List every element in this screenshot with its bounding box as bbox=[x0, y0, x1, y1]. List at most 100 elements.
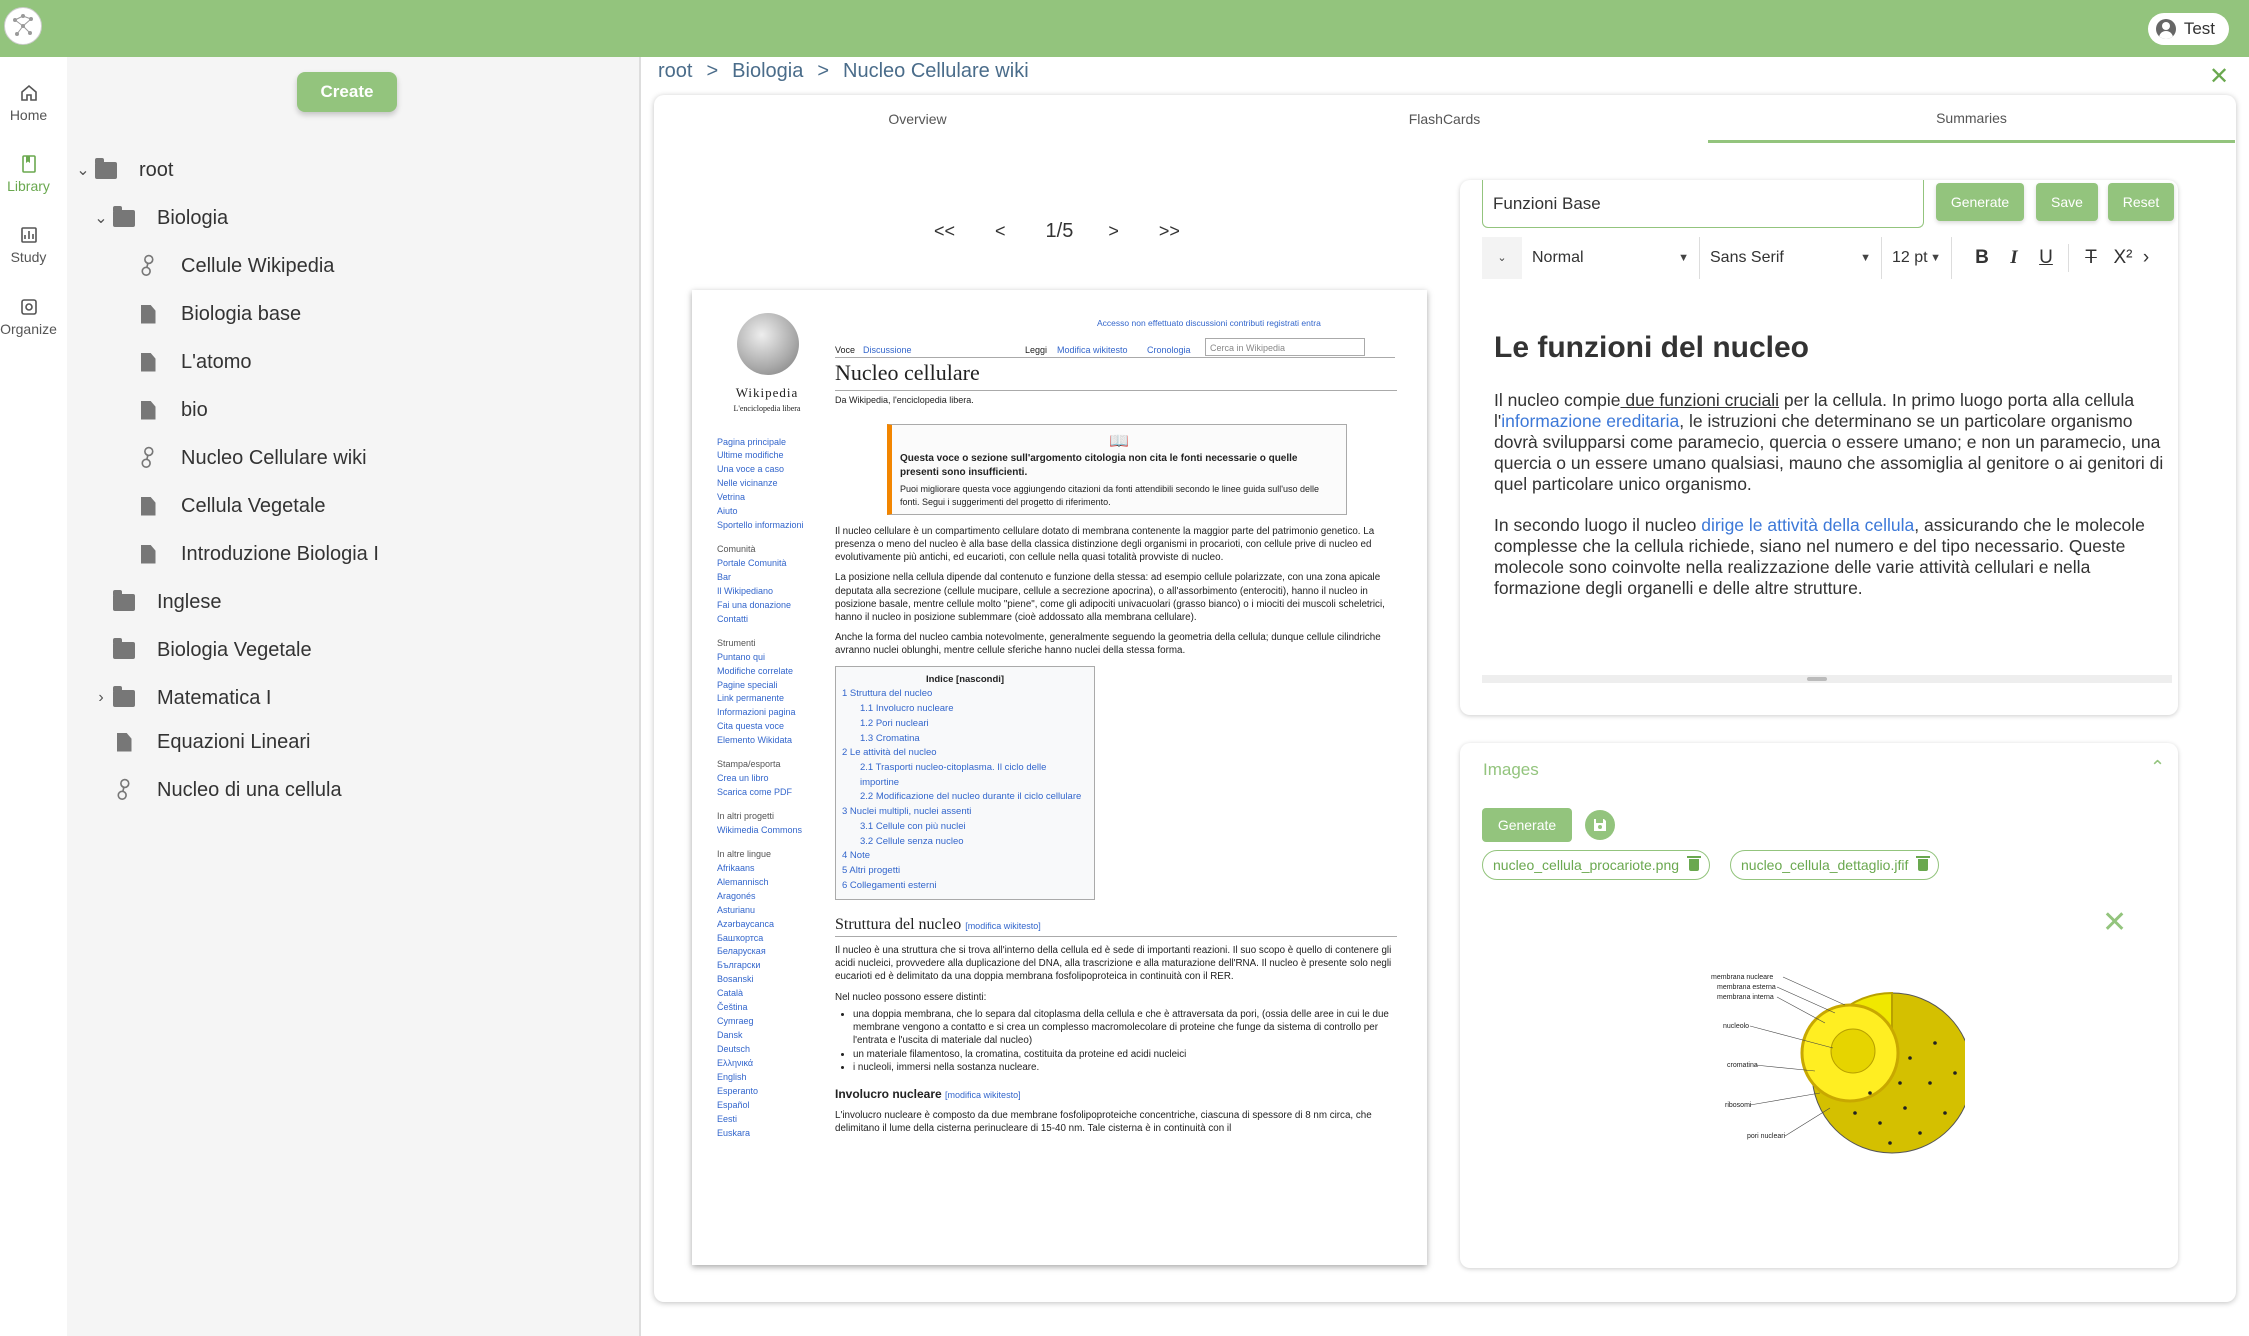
wiki-link[interactable]: Puntano qui bbox=[717, 651, 817, 665]
wiki-link[interactable]: Bar bbox=[717, 571, 817, 585]
app-logo[interactable] bbox=[4, 7, 42, 45]
underline-icon[interactable]: U bbox=[2030, 247, 2062, 269]
wiki-toc-item[interactable]: 1.1 Involucro nucleare bbox=[842, 702, 1088, 717]
font-family-select[interactable]: Sans Serif ▼ bbox=[1700, 236, 1882, 279]
wiki-toc-item[interactable]: 2 Le attività del nucleo bbox=[842, 746, 1088, 761]
wiki-lang-link[interactable]: Afrikaans bbox=[717, 862, 817, 876]
summary-link[interactable]: dirige le attività della cellula bbox=[1701, 515, 1914, 535]
delete-icon[interactable] bbox=[1687, 856, 1702, 871]
wiki-tab-modifica[interactable]: Modifica wikitesto bbox=[1057, 344, 1128, 356]
wiki-toc-item[interactable]: 3.2 Cellule senza nucleo bbox=[842, 835, 1088, 850]
wiki-lang-link[interactable]: Asturianu bbox=[717, 904, 817, 918]
wiki-edit-link[interactable]: [modifica wikitesto] bbox=[945, 1090, 1021, 1100]
tree-item-biologia-base[interactable]: Biologia base bbox=[135, 297, 301, 331]
wiki-toc-title[interactable]: Indice [nascondi] bbox=[842, 673, 1088, 688]
wiki-lang-link[interactable]: Català bbox=[717, 987, 817, 1001]
wiki-lang-link[interactable]: Čeština bbox=[717, 1001, 817, 1015]
wiki-lang-link[interactable]: Esperanto bbox=[717, 1085, 817, 1099]
wiki-lang-link[interactable]: Башҡортса bbox=[717, 932, 817, 946]
save-summary-button[interactable]: Save bbox=[2036, 183, 2098, 221]
tree-item-cellule-wikipedia[interactable]: ☍ Cellule Wikipedia bbox=[131, 249, 334, 283]
wiki-lang-link[interactable]: Español bbox=[717, 1099, 817, 1113]
wiki-link[interactable]: Contatti bbox=[717, 613, 817, 627]
wiki-link[interactable]: Vetrina bbox=[717, 491, 817, 505]
nav-home[interactable]: Home bbox=[0, 83, 57, 123]
wiki-lang-link[interactable]: English bbox=[717, 1071, 817, 1085]
paragraph-style-select[interactable]: Normal ▼ bbox=[1522, 236, 1700, 279]
chevron-right-icon[interactable]: › bbox=[91, 689, 111, 707]
save-images-button[interactable] bbox=[1585, 810, 1615, 840]
bold-icon[interactable]: B bbox=[1966, 247, 1998, 269]
wiki-toc-item[interactable]: 6 Collegamenti esterni bbox=[842, 879, 1088, 894]
wiki-search-input[interactable]: Cerca in Wikipedia bbox=[1205, 338, 1365, 356]
cell-nucleus-image[interactable]: membrana nucleare membrana esterna membr… bbox=[1705, 973, 1973, 1168]
wiki-link[interactable]: Sportello informazioni bbox=[717, 519, 817, 533]
tree-item-introduzione-biologia[interactable]: Introduzione Biologia I bbox=[135, 537, 379, 571]
summary-link[interactable]: informazione ereditaria bbox=[1501, 411, 1679, 431]
breadcrumb-root[interactable]: root bbox=[658, 60, 692, 83]
wiki-toc-item[interactable]: 3 Nuclei multipli, nuclei assenti bbox=[842, 805, 1088, 820]
wiki-link[interactable]: Wikimedia Commons bbox=[717, 824, 817, 838]
more-tools-icon[interactable]: › bbox=[2139, 247, 2153, 269]
wiki-link[interactable]: Elemento Wikidata bbox=[717, 734, 817, 748]
tree-item-nucleo-cellulare-wiki[interactable]: ☍ Nucleo Cellulare wiki bbox=[131, 441, 367, 475]
breadcrumb-biologia[interactable]: Biologia bbox=[732, 60, 803, 83]
tree-item-equazioni-lineari[interactable]: Equazioni Lineari bbox=[111, 725, 310, 759]
generate-summary-button[interactable]: Generate bbox=[1936, 183, 2024, 221]
delete-icon[interactable] bbox=[1916, 856, 1931, 871]
tab-flashcards[interactable]: FlashCards bbox=[1181, 95, 1708, 143]
wiki-toc-item[interactable]: 1 Struttura del nucleo bbox=[842, 687, 1088, 702]
image-chip[interactable]: nucleo_cellula_dettaglio.jfif bbox=[1730, 850, 1940, 880]
wiki-tab-voce[interactable]: Voce bbox=[835, 344, 855, 356]
sidebar-resize-handle[interactable] bbox=[639, 57, 641, 1336]
wiki-lang-link[interactable]: Cymraeg bbox=[717, 1015, 817, 1029]
nav-organize[interactable]: Organize bbox=[0, 297, 57, 337]
wiki-link[interactable]: Modifiche correlate bbox=[717, 665, 817, 679]
wiki-link[interactable]: Una voce a caso bbox=[717, 463, 817, 477]
image-chip[interactable]: nucleo_cellula_procariote.png bbox=[1482, 850, 1711, 880]
prev-page-button[interactable]: < bbox=[995, 221, 1006, 242]
wiki-link[interactable]: Link permanente bbox=[717, 692, 817, 706]
wiki-link[interactable]: Fai una donazione bbox=[717, 599, 817, 613]
wiki-lang-link[interactable]: Bosanski bbox=[717, 973, 817, 987]
wiki-link[interactable]: Cita questa voce bbox=[717, 720, 817, 734]
wiki-link[interactable]: Informazioni pagina bbox=[717, 706, 817, 720]
wiki-lang-link[interactable]: Беларуская bbox=[717, 945, 817, 959]
wiki-lang-link[interactable]: Dansk bbox=[717, 1029, 817, 1043]
tree-item-bio[interactable]: bio bbox=[135, 393, 208, 427]
wiki-lang-link[interactable]: Eesti bbox=[717, 1113, 817, 1127]
tree-item-root[interactable]: ⌄ root bbox=[73, 153, 173, 187]
wiki-link[interactable]: Il Wikipediano bbox=[717, 585, 817, 599]
wiki-toc-item[interactable]: 5 Altri progetti bbox=[842, 864, 1088, 879]
tree-item-inglese[interactable]: Inglese bbox=[111, 585, 222, 619]
wiki-link[interactable]: Pagine speciali bbox=[717, 679, 817, 693]
wiki-tab-leggi[interactable]: Leggi bbox=[1025, 344, 1047, 356]
chevron-up-icon[interactable]: ⌃ bbox=[2150, 757, 2165, 778]
tab-overview[interactable]: Overview bbox=[654, 95, 1181, 143]
reset-summary-button[interactable]: Reset bbox=[2108, 183, 2174, 221]
tree-item-matematica[interactable]: › Matematica I bbox=[91, 681, 271, 715]
user-menu-button[interactable]: Test bbox=[2147, 13, 2229, 45]
wiki-link[interactable]: Pagina principale bbox=[717, 436, 817, 450]
wiki-link[interactable]: Crea un libro bbox=[717, 772, 817, 786]
document-preview[interactable]: Accesso non effettuato discussioni contr… bbox=[692, 290, 1427, 1265]
toolbar-collapse-button[interactable]: ⌄ bbox=[1482, 236, 1522, 279]
wiki-tab-discussione[interactable]: Discussione bbox=[863, 344, 912, 356]
next-page-button[interactable]: > bbox=[1108, 221, 1119, 242]
create-button[interactable]: Create bbox=[297, 72, 397, 112]
close-icon[interactable]: ✕ bbox=[2102, 905, 2127, 940]
nav-library[interactable]: Library bbox=[0, 154, 57, 194]
wiki-toc-item[interactable]: 1.3 Cromatina bbox=[842, 732, 1088, 747]
wiki-link[interactable]: Portale Comunità bbox=[717, 557, 817, 571]
chevron-down-icon[interactable]: ⌄ bbox=[73, 160, 93, 180]
wiki-lang-link[interactable]: Azərbaycanca bbox=[717, 918, 817, 932]
strikethrough-icon[interactable]: T bbox=[2075, 247, 2107, 269]
wiki-toc-item[interactable]: 2.2 Modificazione del nucleo durante il … bbox=[842, 790, 1088, 805]
tree-item-biologia[interactable]: ⌄ Biologia bbox=[91, 201, 228, 235]
tree-item-cellula-vegetale[interactable]: Cellula Vegetale bbox=[135, 489, 326, 523]
italic-icon[interactable]: I bbox=[1998, 247, 2030, 269]
wiki-lang-link[interactable]: Ελληνικά bbox=[717, 1057, 817, 1071]
wiki-lang-link[interactable]: Deutsch bbox=[717, 1043, 817, 1057]
editor-horizontal-scrollbar[interactable] bbox=[1482, 675, 2172, 683]
close-icon[interactable]: ✕ bbox=[2209, 62, 2229, 91]
